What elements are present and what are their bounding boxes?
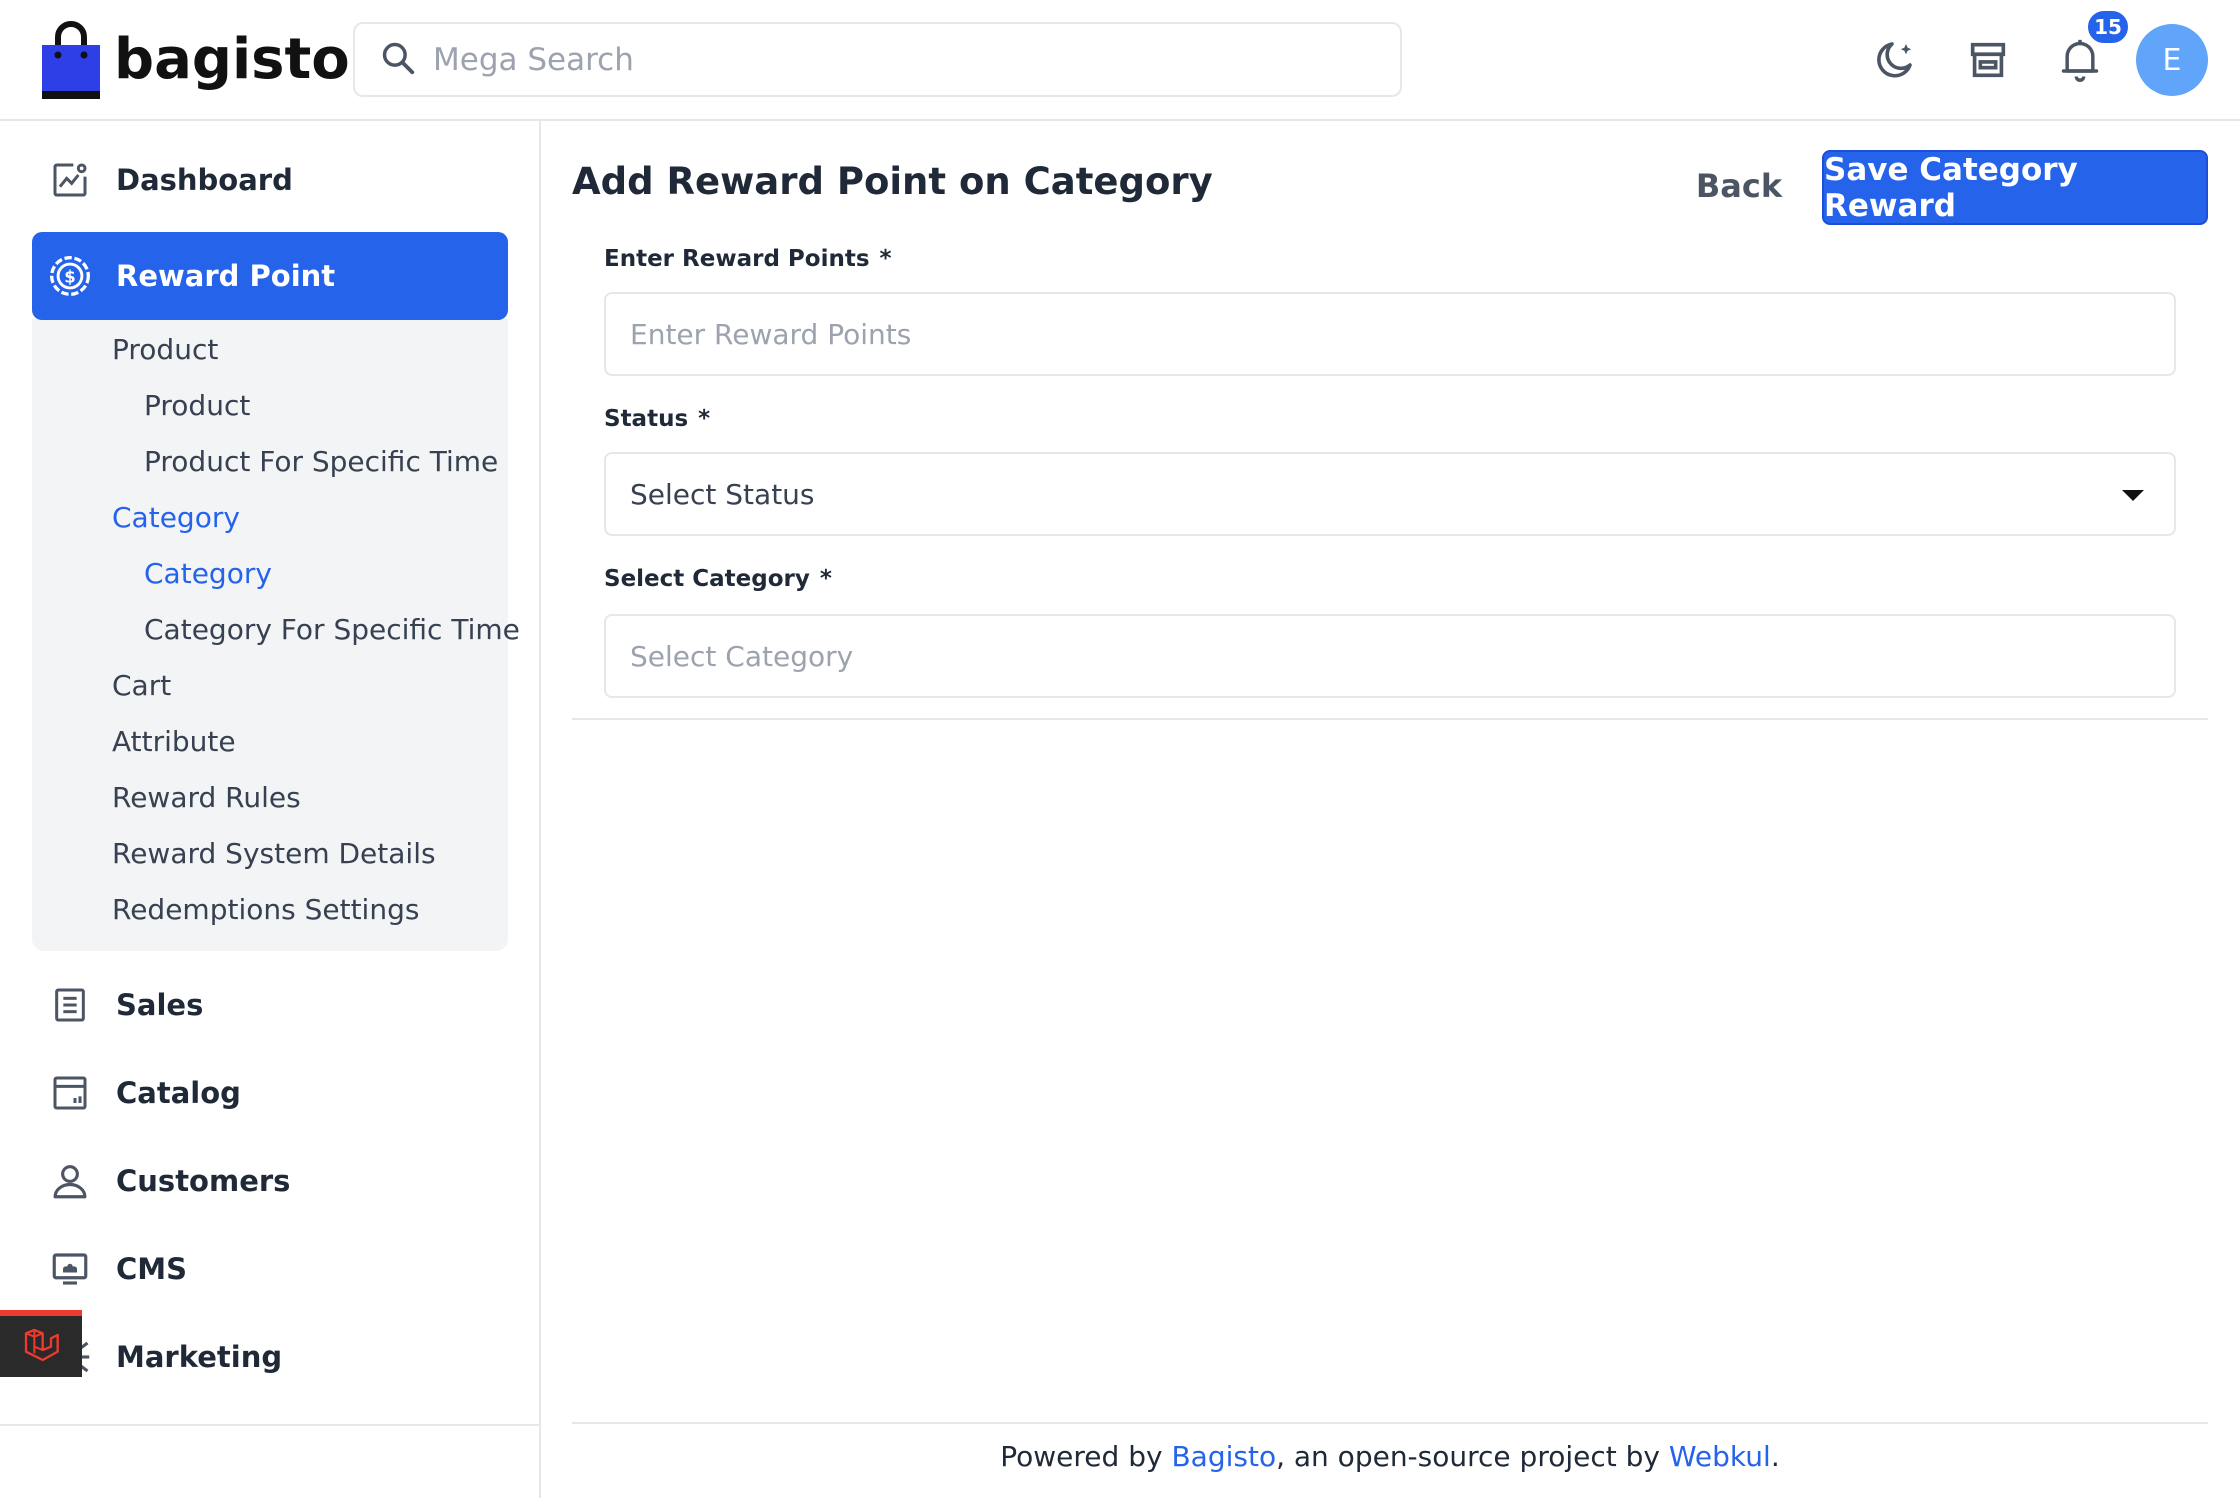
- logo-text: bagisto: [114, 27, 350, 92]
- sales-icon: [46, 981, 94, 1029]
- catalog-icon: [46, 1069, 94, 1117]
- customers-icon: [46, 1157, 94, 1205]
- laravel-debugbar-toggle[interactable]: [0, 1310, 82, 1377]
- back-button[interactable]: Back: [1684, 150, 1794, 222]
- sidebar-item-label: Marketing: [116, 1340, 283, 1374]
- user-avatar[interactable]: E: [2136, 24, 2208, 96]
- submenu-item-reward-rules[interactable]: Reward Rules: [112, 781, 301, 814]
- chevron-down-icon: [2122, 490, 2144, 501]
- submenu-item-product[interactable]: Product: [112, 333, 218, 366]
- sidebar-item-cms[interactable]: CMS: [32, 1225, 508, 1313]
- top-header: bagisto Mega Search 15 E: [0, 0, 2240, 121]
- sidebar-item-label: CMS: [116, 1252, 188, 1286]
- category-select-input[interactable]: Select Category: [604, 614, 2176, 698]
- required-asterisk: *: [698, 406, 711, 432]
- sidebar-item-dashboard[interactable]: Dashboard: [32, 136, 508, 224]
- laravel-logo-icon: [21, 1325, 61, 1369]
- submenu-item-category[interactable]: Category: [112, 501, 240, 534]
- category-placeholder: Select Category: [630, 639, 854, 673]
- submenu-item-category-specific-time[interactable]: Category For Specific Time: [144, 613, 520, 646]
- reward-points-input[interactable]: Enter Reward Points: [604, 292, 2176, 376]
- bagisto-link[interactable]: Bagisto: [1171, 1440, 1276, 1473]
- sidebar-item-label: Dashboard: [116, 163, 293, 197]
- reward-points-label: Enter Reward Points *: [604, 246, 892, 272]
- status-label-text: Status: [604, 406, 689, 432]
- category-label: Select Category *: [604, 566, 832, 592]
- sidebar: Dashboard Product Product Product For Sp…: [0, 121, 541, 1498]
- footer-middle: , an open-source project by: [1276, 1440, 1669, 1473]
- sidebar-item-sales[interactable]: Sales: [32, 961, 508, 1049]
- submenu-item-category-child[interactable]: Category: [144, 557, 272, 590]
- search-icon: [379, 39, 417, 81]
- save-category-reward-button[interactable]: Save Category Reward: [1822, 150, 2208, 225]
- dark-mode-moon-icon[interactable]: [1866, 30, 1926, 90]
- footer-suffix: .: [1770, 1440, 1780, 1473]
- submenu-item-attribute[interactable]: Attribute: [112, 725, 236, 758]
- required-asterisk: *: [819, 566, 832, 592]
- reward-points-placeholder: Enter Reward Points: [630, 317, 912, 351]
- sidebar-item-label: Customers: [116, 1164, 291, 1198]
- submenu-item-cart[interactable]: Cart: [112, 669, 171, 702]
- category-label-text: Select Category: [604, 566, 810, 592]
- page-title: Add Reward Point on Category: [572, 160, 1213, 203]
- status-select[interactable]: Select Status: [604, 452, 2176, 536]
- storefront-icon[interactable]: [1958, 30, 2018, 90]
- sidebar-item-reward-point[interactable]: $ Reward Point: [32, 232, 508, 320]
- dashboard-icon: [46, 156, 94, 204]
- footer-divider: [572, 1422, 2208, 1424]
- search-placeholder: Mega Search: [433, 41, 634, 78]
- sidebar-item-customers[interactable]: Customers: [32, 1137, 508, 1225]
- shopping-bag-logo-icon: [42, 21, 100, 99]
- sidebar-item-marketing[interactable]: Marketing: [32, 1313, 508, 1401]
- submenu-item-product-specific-time[interactable]: Product For Specific Time: [144, 445, 498, 478]
- required-asterisk: *: [879, 246, 892, 272]
- notification-count-badge: 15: [2085, 8, 2131, 46]
- sidebar-item-label: Sales: [116, 988, 204, 1022]
- submenu-item-product-child[interactable]: Product: [144, 389, 250, 422]
- bagisto-logo[interactable]: bagisto: [42, 20, 350, 100]
- cms-icon: [46, 1245, 94, 1293]
- sidebar-item-catalog[interactable]: Catalog: [32, 1049, 508, 1137]
- status-selected-value: Select Status: [630, 477, 815, 511]
- reward-point-submenu: Product Product Product For Specific Tim…: [32, 319, 520, 951]
- form-divider: [572, 718, 2208, 720]
- webkul-link[interactable]: Webkul: [1669, 1440, 1771, 1473]
- reward-points-label-text: Enter Reward Points: [604, 246, 870, 272]
- footer: Powered by Bagisto, an open-source proje…: [572, 1440, 2208, 1473]
- reward-point-icon: $: [46, 252, 94, 300]
- submenu-item-redemptions-settings[interactable]: Redemptions Settings: [112, 893, 419, 926]
- submenu-item-reward-system-details[interactable]: Reward System Details: [112, 837, 436, 870]
- status-label: Status *: [604, 406, 710, 432]
- footer-prefix: Powered by: [1000, 1440, 1172, 1473]
- mega-search-input[interactable]: Mega Search: [353, 22, 1402, 97]
- sidebar-item-label: Catalog: [116, 1076, 241, 1110]
- sidebar-divider: [0, 1424, 541, 1426]
- svg-text:$: $: [64, 268, 75, 287]
- sidebar-item-label: Reward Point: [116, 259, 336, 293]
